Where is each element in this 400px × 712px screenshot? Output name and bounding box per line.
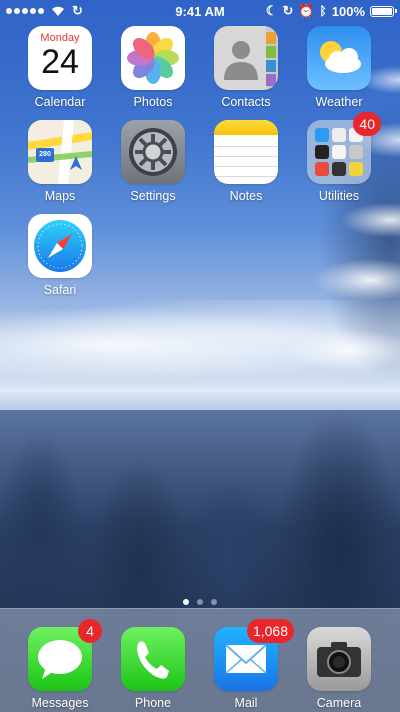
road-sign-label: 280	[39, 151, 51, 158]
dock-app-phone[interactable]: Phone	[113, 627, 193, 710]
app-weather[interactable]: Weather	[299, 26, 379, 109]
app-label: Calendar	[34, 95, 86, 109]
camera-icon	[307, 627, 371, 691]
app-label: Settings	[130, 189, 176, 203]
page-indicator[interactable]	[0, 599, 400, 605]
settings-icon	[121, 120, 185, 184]
app-label: Mail	[234, 696, 258, 710]
app-maps[interactable]: 280 Maps	[20, 120, 100, 203]
app-calendar[interactable]: Monday 24 Calendar	[20, 26, 100, 109]
page-dot	[211, 599, 217, 605]
orientation-lock-icon: ↻	[282, 3, 294, 18]
app-photos[interactable]: Photos	[113, 26, 193, 109]
app-utilities-folder[interactable]: 40 Utilities	[299, 112, 381, 203]
dock-app-mail[interactable]: 1,068 Mail	[206, 619, 294, 710]
app-label: Weather	[315, 95, 363, 109]
app-label: Notes	[229, 189, 263, 203]
app-label: Contacts	[221, 95, 271, 109]
moon-icon: ☾	[265, 3, 278, 18]
calendar-icon: Monday 24	[28, 26, 92, 90]
app-label: Maps	[44, 189, 76, 203]
notes-icon	[214, 120, 278, 184]
alarm-icon: ⏰	[298, 3, 315, 18]
contacts-icon	[214, 26, 278, 90]
calendar-date: 24	[41, 43, 79, 81]
notification-badge: 1,068	[246, 619, 294, 643]
notification-badge: 40	[353, 112, 381, 136]
maps-icon: 280	[28, 120, 92, 184]
app-contacts[interactable]: Contacts	[206, 26, 286, 109]
page-dot	[183, 599, 189, 605]
app-label: Safari	[43, 283, 77, 297]
app-settings[interactable]: Settings	[113, 120, 193, 203]
dock-app-messages[interactable]: 4 Messages	[20, 619, 102, 710]
dock-app-camera[interactable]: Camera	[299, 627, 379, 710]
bluetooth-icon: ᛒ	[319, 4, 327, 18]
notification-badge: 4	[78, 619, 102, 643]
page-dot	[197, 599, 203, 605]
battery-icon	[370, 5, 397, 17]
status-bar: ↻ 9:41 AM ☾ ↻ ⏰ ᛒ 100%	[0, 0, 400, 22]
app-label: Utilities	[318, 189, 360, 203]
app-label: Photos	[133, 95, 173, 109]
photos-icon	[121, 26, 185, 90]
app-safari[interactable]: Safari	[20, 214, 100, 297]
app-notes[interactable]: Notes	[206, 120, 286, 203]
phone-icon	[121, 627, 185, 691]
app-label: Camera	[316, 696, 362, 710]
app-label: Phone	[134, 696, 172, 710]
safari-icon	[28, 214, 92, 278]
battery-percent: 100%	[331, 3, 365, 19]
dock: 4 Messages Phone 1,068 Mail Camera	[0, 608, 400, 712]
weather-icon	[307, 26, 371, 90]
app-label: Messages	[31, 696, 89, 710]
